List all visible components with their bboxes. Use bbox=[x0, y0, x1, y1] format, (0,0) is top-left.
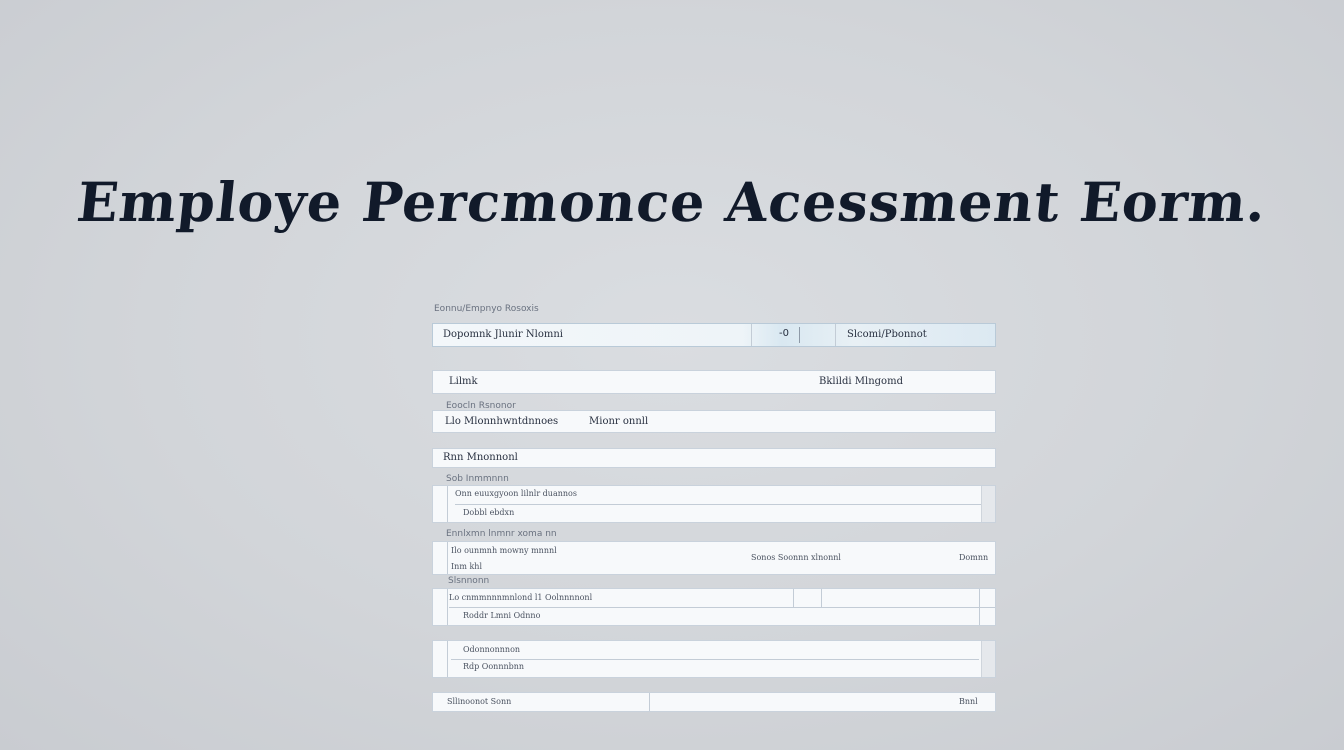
period-field[interactable]: Rnn Mnonnonl bbox=[443, 452, 518, 463]
employee-name-field[interactable]: Dopomnk Jlunir Nlomni bbox=[443, 329, 563, 340]
row7-col-divider-3 bbox=[979, 589, 980, 625]
row7-col-divider-2 bbox=[821, 589, 822, 607]
field-divider-2 bbox=[835, 324, 836, 346]
row6-label: Ennlxmn lnmnr xoma nn bbox=[446, 529, 557, 539]
department-field[interactable]: Slcomi/Pbonnot bbox=[847, 329, 927, 340]
summary-line-1: Onn euuxgyoon lilnlr duannos bbox=[455, 489, 577, 498]
textarea-rule bbox=[455, 504, 981, 505]
row8-margin bbox=[447, 641, 448, 677]
period-row: Rnn Mnonnonl bbox=[432, 448, 996, 468]
manager-field[interactable]: Llo Mlonnhwntdnnoes bbox=[445, 416, 558, 427]
comments-scrollbar[interactable] bbox=[981, 641, 995, 677]
comments-line-1: Odonnonnnon bbox=[463, 645, 521, 654]
goals-row: Ilo ounmnh mowny mnnnl Inm khl Sonos Soo… bbox=[432, 541, 996, 575]
job-title-row: Lilmk Bklildi Mlngomd bbox=[432, 370, 996, 394]
goals-line-2[interactable]: Inm khl bbox=[451, 562, 482, 571]
toggle-icon[interactable]: -0 bbox=[779, 328, 789, 339]
textarea-margin bbox=[447, 486, 448, 522]
textarea-scrollbar[interactable] bbox=[981, 486, 995, 522]
goals-line-1[interactable]: Ilo ounmnh mowny mnnnl bbox=[451, 546, 557, 555]
assessment-form: Eonnu/Empnyo Rosoxis Dopomnk Jlunir Nlom… bbox=[432, 300, 996, 715]
page-title: Employe Percmonce Acessment Eorm. bbox=[73, 170, 1271, 234]
evaluation-line-1[interactable]: Lo cnmmnnnmnlond l1 Oolnnnnonl bbox=[449, 593, 592, 602]
field-divider bbox=[751, 324, 752, 346]
signature-field[interactable]: Sllinoonot Sonn bbox=[447, 697, 511, 706]
section-label: Eonnu/Empnyo Rosoxis bbox=[434, 304, 539, 314]
signature-row: Sllinoonot Sonn Bnnl bbox=[432, 692, 996, 712]
comments-line-2: Rdp Oonnnbnn bbox=[463, 662, 525, 671]
icon-divider bbox=[799, 327, 800, 343]
building-field[interactable]: Bklildi Mlngomd bbox=[819, 376, 903, 387]
row9-divider bbox=[649, 693, 650, 711]
goals-result[interactable]: Domnn bbox=[959, 553, 988, 562]
evaluation-line-2[interactable]: Roddr Lmni Odnno bbox=[463, 611, 540, 620]
manager-email-field[interactable]: Mionr onnll bbox=[589, 416, 648, 427]
row7-rule bbox=[449, 607, 995, 608]
manager-row: Llo Mlonnhwntdnnoes Mionr onnll bbox=[432, 410, 996, 433]
row8-rule bbox=[451, 659, 979, 660]
row7-margin bbox=[447, 589, 448, 625]
job-title-field[interactable]: Lilmk bbox=[449, 376, 478, 387]
submit-button[interactable]: Bnnl bbox=[959, 697, 978, 706]
row5-label: Sob Inmmnnn bbox=[446, 474, 509, 484]
summary-textarea[interactable]: Onn euuxgyoon lilnlr duannos Dobbl ebdxn bbox=[432, 485, 996, 523]
comments-row[interactable]: Odonnonnnon Rdp Oonnnbnn bbox=[432, 640, 996, 678]
employee-name-row: Dopomnk Jlunir Nlomni -0 Slcomi/Pbonnot bbox=[432, 323, 996, 347]
summary-line-2: Dobbl ebdxn bbox=[463, 508, 515, 517]
row6-margin bbox=[447, 542, 448, 574]
row7-label: Slsnnonn bbox=[448, 576, 490, 586]
goals-status[interactable]: Sonos Soonnn xlnonnl bbox=[751, 553, 841, 562]
row7-col-divider bbox=[793, 589, 794, 607]
evaluation-row: Lo cnmmnnnmnlond l1 Oolnnnnonl Roddr Lmn… bbox=[432, 588, 996, 626]
